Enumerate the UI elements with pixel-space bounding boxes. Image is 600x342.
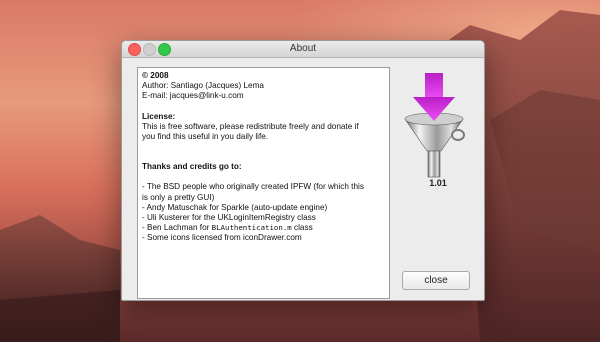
credit-4-prefix: - Ben Lachman for: [142, 223, 212, 233]
credit-line-1b: is only a pretty GUI): [142, 192, 215, 202]
license-line-1: This is free software, please redistribu…: [142, 121, 359, 131]
credit-line-4: - Ben Lachman for BLAuthentication.m cla…: [142, 223, 385, 233]
credits-heading: Thanks and credits go to:: [142, 162, 242, 172]
credit-line-2: - Andy Matuschak for Sparkle (auto-updat…: [142, 202, 328, 212]
credit-line-5: - Some icons licensed from iconDrawer.co…: [142, 233, 302, 243]
title-bar: About: [122, 41, 484, 58]
window-title: About: [289, 43, 317, 54]
credit-line-3: - Uli Kusterer for the UKLoginItemRegist…: [142, 213, 316, 223]
email-line: E-mail: jacques@link-u.com: [142, 91, 244, 101]
author-line: Author: Santiago (Jacques) Lema: [142, 81, 264, 91]
close-button[interactable]: close: [402, 271, 470, 290]
version-label: 1.01: [429, 178, 447, 188]
about-text-area[interactable]: © 2008 Author: Santiago (Jacques) Lema E…: [137, 67, 390, 299]
credit-4-code: BLAuthentication.m: [211, 223, 292, 233]
license-line-2: you find this useful in you daily life.: [142, 132, 269, 142]
license-heading: License:: [142, 111, 176, 121]
funnel-icon: [404, 73, 465, 178]
about-window: About © 2008 Author: Santiago (Jacques) …: [121, 40, 485, 301]
credit-line-1a: - The BSD people who originally created …: [142, 182, 364, 192]
copyright-line: © 2008: [142, 71, 169, 80]
credit-4-suffix: class: [291, 223, 313, 233]
